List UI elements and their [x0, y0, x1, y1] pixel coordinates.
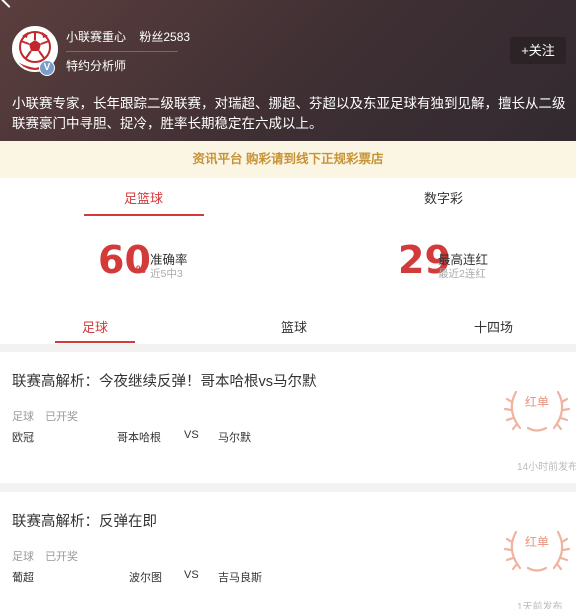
article-meta: 足球 已开奖 — [12, 548, 78, 564]
tab-lottery[interactable]: 数字彩 — [424, 188, 463, 207]
match-vs: VS — [184, 569, 199, 581]
article-title[interactable]: 联赛高解析：今夜继续反弹！哥本哈根vs马尔默 — [12, 370, 317, 391]
red-result-badge: 红单 — [502, 522, 572, 576]
verified-icon: V — [39, 60, 55, 76]
article-card[interactable]: 联赛高解析：反弹在即 足球 已开奖 葡超 波尔图 VS 吉马良斯 红单 1天前发… — [0, 492, 576, 609]
profile-bio: 小联赛专家，长年跟踪二级联赛，对瑞超、挪超、芬超以及东亚足球有独到见解，擅长从二… — [12, 96, 566, 131]
article-card[interactable]: 联赛高解析：今夜继续反弹！哥本哈根vs马尔默 足球 已开奖 欧冠 哥本哈根 VS… — [0, 352, 576, 483]
match-away-team: 马尔默 — [218, 432, 251, 444]
notice-banner: 资讯平台 购彩请到线下正规彩票店 — [0, 141, 576, 178]
streak-sub: 最近2连红 — [438, 268, 486, 280]
tab-basketball[interactable]: 篮球 — [281, 317, 307, 336]
article-time: 14小时前发布 — [517, 462, 576, 473]
match-league: 欧冠 — [12, 432, 34, 444]
profile-header: V 小联赛重心 粉丝2583 特约分析师 +关注 小联赛专家，长年跟踪二级联赛，… — [0, 0, 576, 141]
accuracy-unit: % — [136, 264, 146, 276]
profile-name-row: 小联赛重心 粉丝2583 — [66, 28, 190, 45]
article-sport: 足球 — [12, 551, 34, 563]
match-home-team: 哥本哈根 — [117, 432, 161, 444]
fans-count: 粉丝2583 — [139, 30, 191, 44]
match-league: 葡超 — [12, 572, 34, 584]
tab-fourteen[interactable]: 十四场 — [474, 317, 513, 336]
laurel-wreath-icon: 红单 — [503, 390, 571, 432]
article-title[interactable]: 联赛高解析：反弹在即 — [12, 510, 157, 531]
match-away-team: 吉马良斯 — [218, 572, 262, 584]
laurel-wreath-icon: 红单 — [503, 530, 571, 572]
profile-title: 特约分析师 — [66, 59, 127, 73]
article-status: 已开奖 — [45, 411, 79, 423]
follow-button[interactable]: +关注 — [510, 37, 566, 64]
accuracy-sub: 近5中3 — [150, 268, 183, 280]
red-result-badge: 红单 — [502, 382, 572, 436]
article-sport: 足球 — [12, 411, 34, 423]
article-status: 已开奖 — [45, 551, 79, 563]
tab-football[interactable]: 足球 — [82, 317, 108, 336]
profile-name: 小联赛重心 — [66, 30, 127, 44]
back-icon[interactable] — [0, 0, 19, 8]
article-meta: 足球 已开奖 — [12, 408, 78, 424]
match-vs: VS — [184, 429, 199, 441]
article-time: 1天前发布 — [517, 602, 563, 609]
stats-card: 足篮球 数字彩 60 % 准确率 近5中3 29 最高连红 最近2连红 足球 篮… — [0, 178, 576, 344]
sub-tab-indicator — [55, 341, 135, 343]
tab-football-basketball[interactable]: 足篮球 — [124, 188, 163, 207]
name-divider — [66, 51, 178, 52]
badge-label: 红单 — [525, 394, 549, 409]
badge-label: 红单 — [525, 534, 549, 549]
category-tab-indicator — [84, 214, 204, 216]
match-home-team: 波尔图 — [129, 572, 162, 584]
